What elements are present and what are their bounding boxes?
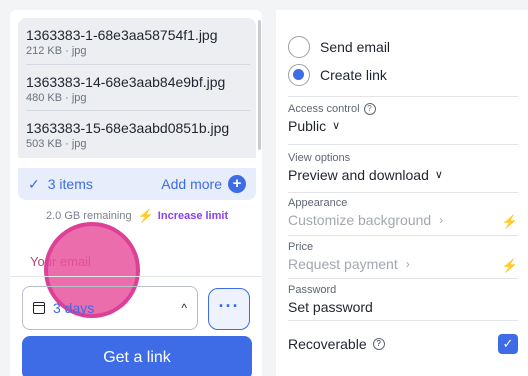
access-control-value: Public [288, 118, 327, 134]
help-icon[interactable]: ? [363, 103, 376, 115]
chevron-up-icon: ^ [181, 301, 187, 315]
send-email-option[interactable]: Send email [288, 36, 390, 58]
expiry-value: 3 days [53, 300, 95, 316]
options-panel: Send email Create link Access control? P… [276, 10, 528, 376]
price-label: Price [288, 241, 314, 253]
divider [288, 96, 518, 97]
file-meta: 503 KB · jpg [26, 138, 87, 150]
bolt-icon: ⚡ [137, 208, 154, 223]
storage-info: 2.0 GB remaining ⚡ Increase limit [46, 208, 228, 224]
bolt-icon: ⚡ [501, 214, 518, 229]
price-setting[interactable]: Price Request payment › ⚡ [288, 240, 518, 274]
send-email-label: Send email [320, 39, 391, 55]
password-value[interactable]: Set password [288, 297, 373, 317]
get-link-button[interactable]: Get a link [22, 336, 252, 376]
file-name: 1363383-14-68e3aab84e9bf.jpg [26, 74, 226, 90]
items-count[interactable]: 3 items [48, 176, 93, 192]
file-item[interactable]: 1363383-1-68e3aa58754f1.jpg 212 KB · jpg [26, 18, 250, 64]
radio-create-link[interactable] [288, 64, 310, 86]
items-summary-bar[interactable]: ✓ 3 items Add more + [18, 168, 256, 200]
view-options-value: Preview and download [288, 167, 429, 183]
password-setting[interactable]: Password Set password [288, 283, 518, 317]
plus-icon[interactable]: + [228, 175, 246, 193]
appearance-label: Appearance [288, 197, 348, 209]
divider [288, 278, 518, 279]
more-options-button[interactable]: ··· [208, 288, 250, 330]
bolt-icon: ⚡ [501, 258, 518, 273]
expiry-select[interactable]: 3 days ^ [22, 286, 198, 330]
help-icon[interactable]: ? [372, 338, 385, 350]
file-item[interactable]: 1363383-14-68e3aab84e9bf.jpg 480 KB · jp… [26, 64, 250, 110]
access-control-label: Access control [288, 103, 360, 115]
file-meta: 212 KB · jpg [26, 45, 87, 57]
file-list-scrollbar[interactable] [258, 20, 261, 150]
check-icon: ✓ [28, 175, 40, 192]
divider [288, 192, 518, 193]
divider [288, 235, 518, 236]
password-label: Password [288, 284, 337, 296]
increase-limit-link[interactable]: Increase limit [158, 210, 228, 222]
recoverable-setting[interactable]: Recoverable ? ✓ [288, 334, 518, 354]
access-control-setting[interactable]: Access control? Public ∨ [288, 102, 518, 136]
file-meta: 480 KB · jpg [26, 92, 87, 104]
divider [288, 320, 518, 321]
price-value: Request payment [288, 256, 398, 272]
divider [10, 276, 262, 277]
chevron-down-icon: ∨ [434, 169, 443, 181]
file-list: 1363383-1-68e3aa58754f1.jpg 212 KB · jpg… [18, 18, 256, 158]
chevron-right-icon: › [405, 257, 410, 271]
radio-send-email[interactable] [288, 36, 310, 58]
chevron-down-icon: ∨ [332, 120, 341, 132]
appearance-value: Customize background [288, 212, 432, 228]
chevron-right-icon: › [439, 213, 444, 227]
create-link-label: Create link [320, 67, 387, 83]
recoverable-checkbox[interactable]: ✓ [498, 334, 518, 354]
file-item[interactable]: 1363383-15-68e3aabd0851b.jpg 503 KB · jp… [26, 110, 250, 156]
transfer-panel: 1363383-1-68e3aa58754f1.jpg 212 KB · jpg… [10, 10, 262, 376]
divider [288, 144, 518, 145]
view-options-label: View options [288, 152, 351, 164]
create-link-option[interactable]: Create link [288, 64, 387, 86]
recoverable-label: Recoverable [288, 336, 367, 352]
file-name: 1363383-15-68e3aabd0851b.jpg [26, 120, 230, 136]
add-more-button[interactable]: Add more [161, 176, 222, 192]
storage-remaining: 2.0 GB remaining [46, 210, 132, 222]
view-options-setting[interactable]: View options Preview and download ∨ [288, 151, 518, 185]
file-name: 1363383-1-68e3aa58754f1.jpg [26, 27, 218, 43]
appearance-setting[interactable]: Appearance Customize background › ⚡ [288, 196, 518, 230]
calendar-icon [33, 302, 45, 314]
